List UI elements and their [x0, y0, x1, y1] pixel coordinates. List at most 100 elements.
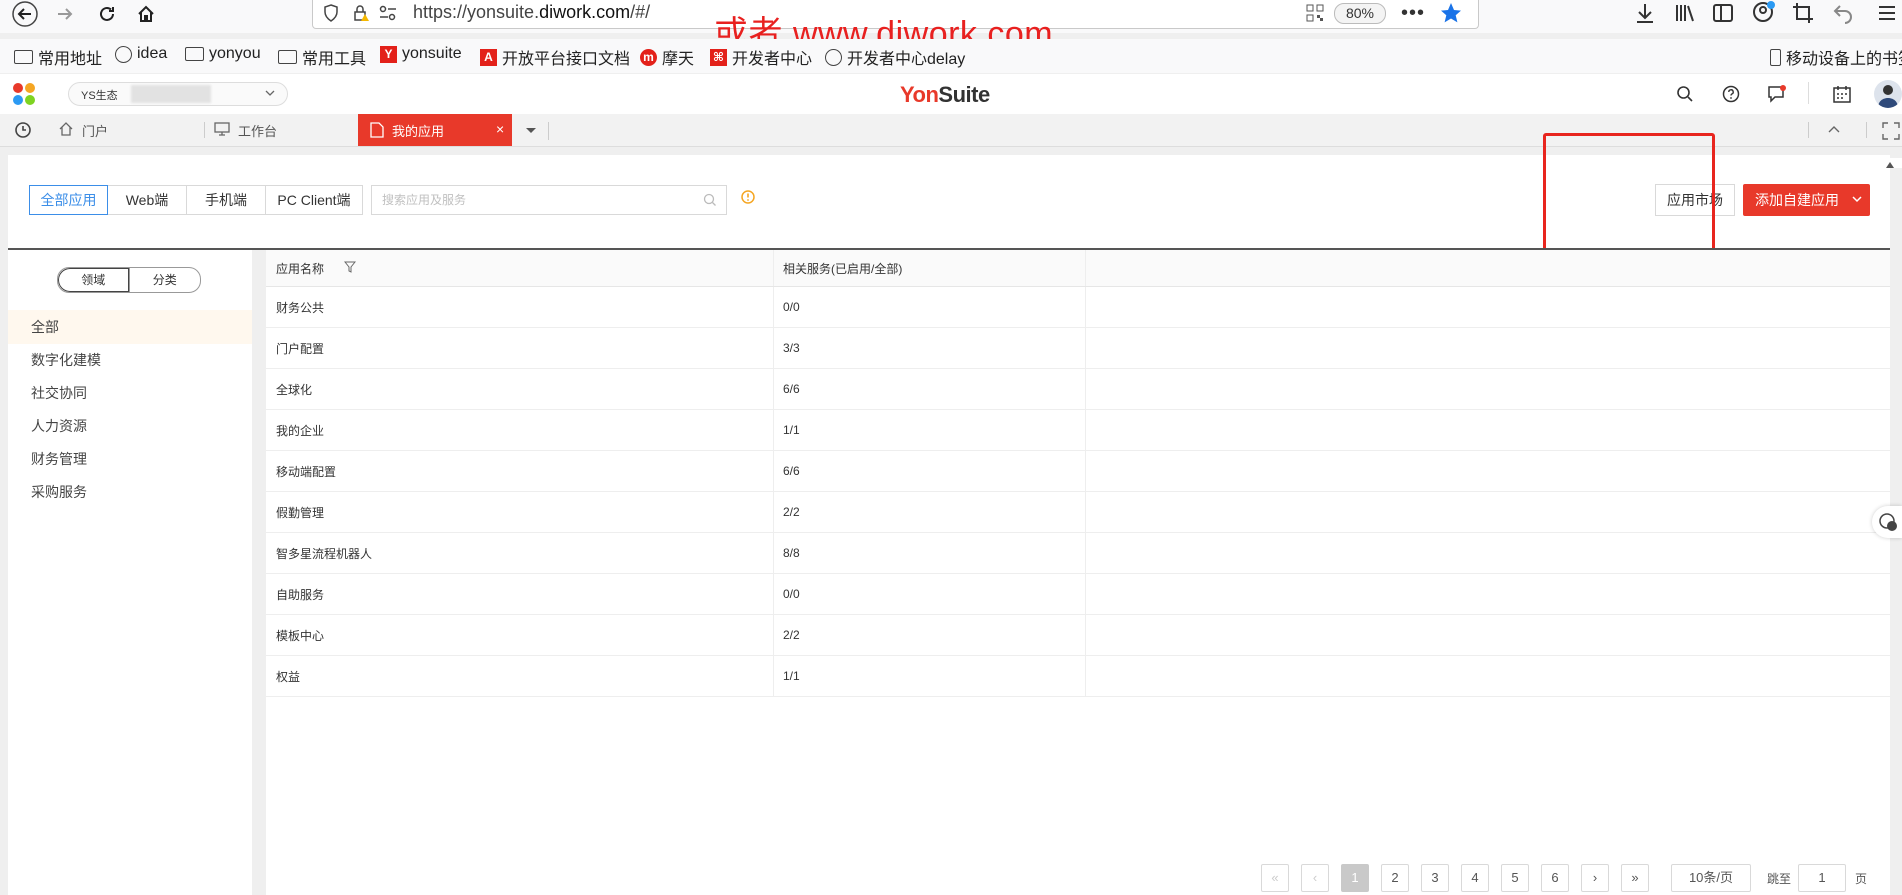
- sidebar-item-hr[interactable]: 人力资源: [8, 409, 252, 443]
- crop-icon[interactable]: [1792, 2, 1814, 27]
- sidebar-item-finance[interactable]: 财务管理: [8, 442, 252, 476]
- sidebar-item-digital-modeling[interactable]: 数字化建模: [8, 343, 252, 377]
- service-count-cell: 6/6: [783, 382, 800, 396]
- bookmark-mobile[interactable]: 移动设备上的书签: [1770, 45, 1902, 69]
- download-icon[interactable]: [1634, 2, 1656, 27]
- home-icon[interactable]: [131, 0, 161, 28]
- segment-domain[interactable]: 领域: [58, 268, 130, 292]
- globe-icon: [115, 45, 132, 63]
- account-icon[interactable]: [1752, 0, 1776, 27]
- bookmark-yonyou[interactable]: yonyou: [185, 45, 261, 63]
- message-icon[interactable]: [1767, 84, 1787, 107]
- search-icon[interactable]: [703, 193, 717, 210]
- table-row[interactable]: 全球化 6/6: [266, 369, 1890, 410]
- service-count-cell: 1/1: [783, 423, 800, 437]
- pagination-page-1[interactable]: 1: [1341, 864, 1369, 892]
- app-name-cell[interactable]: 假勤管理: [276, 492, 324, 532]
- table-row[interactable]: 门户配置 3/3: [266, 328, 1890, 369]
- column-divider: [773, 492, 774, 532]
- menu-icon[interactable]: [1876, 2, 1898, 27]
- table-row[interactable]: 假勤管理 2/2: [266, 492, 1890, 533]
- info-icon[interactable]: [740, 189, 756, 208]
- table-row[interactable]: 自助服务 0/0: [266, 574, 1890, 615]
- permissions-icon[interactable]: [379, 5, 397, 24]
- column-divider: [1085, 250, 1086, 286]
- history-icon[interactable]: [14, 121, 32, 142]
- sidebar-item-social-collab[interactable]: 社交协同: [8, 376, 252, 410]
- segment-category[interactable]: 分类: [130, 268, 201, 292]
- fullscreen-icon[interactable]: [1882, 122, 1900, 143]
- pagination-last[interactable]: »: [1621, 864, 1649, 892]
- insecure-lock-icon[interactable]: [353, 4, 371, 25]
- bookmark-yonsuite[interactable]: Yyonsuite: [380, 45, 462, 63]
- sidebar-gutter: [252, 250, 266, 895]
- pagination-page-6[interactable]: 6: [1541, 864, 1569, 892]
- app-name-cell[interactable]: 全球化: [276, 369, 312, 409]
- scroll-up-icon[interactable]: [1884, 158, 1902, 168]
- table-row[interactable]: 模板中心 2/2: [266, 615, 1890, 656]
- filter-icon[interactable]: [343, 261, 357, 276]
- pagination-first[interactable]: «: [1261, 864, 1289, 892]
- pagination-next[interactable]: ›: [1581, 864, 1609, 892]
- tab-close-icon[interactable]: ×: [496, 121, 504, 137]
- pagination-page-4[interactable]: 4: [1461, 864, 1489, 892]
- bookmark-developer-center[interactable]: ⌘ 开发者中心: [710, 45, 812, 69]
- qr-code-icon[interactable]: [1306, 4, 1324, 25]
- zoom-level[interactable]: 80%: [1334, 3, 1386, 24]
- app-name-cell[interactable]: 门户配置: [276, 328, 324, 368]
- table-row[interactable]: 移动端配置 6/6: [266, 451, 1890, 492]
- app-name-cell[interactable]: 我的企业: [276, 410, 324, 450]
- bookmark-motian[interactable]: m 摩天: [640, 45, 694, 69]
- pagination-prev[interactable]: ‹: [1301, 864, 1329, 892]
- reload-icon[interactable]: [92, 0, 122, 28]
- bookmark-common-addresses[interactable]: 常用地址: [14, 45, 102, 69]
- environment-select[interactable]: YS生态: [68, 82, 288, 106]
- tab-portal[interactable]: 门户: [58, 114, 108, 146]
- sidebar-item-all[interactable]: 全部: [8, 310, 252, 344]
- search-icon[interactable]: [1676, 85, 1694, 106]
- pagination-page-5[interactable]: 5: [1501, 864, 1529, 892]
- help-icon[interactable]: [1722, 85, 1740, 106]
- sidebar-icon[interactable]: [1712, 2, 1734, 27]
- bookmark-star-icon[interactable]: [1440, 2, 1462, 27]
- app-name-cell[interactable]: 财务公共: [276, 287, 324, 327]
- calendar-icon[interactable]: [1832, 84, 1852, 107]
- forward-icon[interactable]: [50, 0, 80, 28]
- collapse-up-icon[interactable]: [1826, 123, 1842, 140]
- more-icon[interactable]: •••: [1401, 2, 1425, 25]
- bookmark-idea[interactable]: idea: [115, 45, 167, 63]
- app-name-cell[interactable]: 权益: [276, 656, 300, 696]
- bookmark-open-platform-docs[interactable]: A 开放平台接口文档: [480, 45, 630, 69]
- table-row[interactable]: 财务公共 0/0: [266, 287, 1890, 328]
- tab-workbench[interactable]: 工作台: [214, 114, 277, 146]
- assistant-float-button[interactable]: [1872, 506, 1902, 538]
- tab-divider: [1808, 122, 1809, 138]
- app-menu-icon[interactable]: [12, 82, 38, 109]
- app-name-cell[interactable]: 自助服务: [276, 574, 324, 614]
- bookmark-common-tools[interactable]: 常用工具: [278, 45, 366, 69]
- goto-page-input[interactable]: 1: [1798, 864, 1846, 892]
- filter-mobile[interactable]: 手机端: [186, 185, 266, 215]
- add-custom-app-button[interactable]: 添加自建应用: [1743, 184, 1870, 216]
- sidebar-item-procurement[interactable]: 采购服务: [8, 475, 252, 509]
- filter-pc-client[interactable]: PC Client端: [265, 185, 363, 215]
- app-search-input[interactable]: 搜索应用及服务: [371, 185, 727, 215]
- bookmark-developer-center-delay[interactable]: 开发者中心delay: [825, 45, 965, 69]
- tab-my-apps[interactable]: 我的应用 ×: [358, 114, 512, 146]
- table-row[interactable]: 我的企业 1/1: [266, 410, 1890, 451]
- pagination-page-2[interactable]: 2: [1381, 864, 1409, 892]
- back-icon[interactable]: [10, 0, 40, 28]
- filter-web[interactable]: Web端: [107, 185, 187, 215]
- app-name-cell[interactable]: 智多星流程机器人: [276, 533, 372, 573]
- pagination-page-3[interactable]: 3: [1421, 864, 1449, 892]
- app-name-cell[interactable]: 移动端配置: [276, 451, 336, 491]
- page-size-select[interactable]: 10条/页: [1671, 864, 1751, 892]
- table-row[interactable]: 权益 1/1: [266, 656, 1890, 697]
- filter-all-apps[interactable]: 全部应用: [29, 185, 108, 215]
- table-row[interactable]: 智多星流程机器人 8/8: [266, 533, 1890, 574]
- avatar[interactable]: [1874, 80, 1902, 108]
- app-name-cell[interactable]: 模板中心: [276, 615, 324, 655]
- undo-icon[interactable]: [1832, 2, 1854, 27]
- library-icon[interactable]: [1674, 2, 1696, 27]
- tab-dropdown-icon[interactable]: [522, 121, 540, 142]
